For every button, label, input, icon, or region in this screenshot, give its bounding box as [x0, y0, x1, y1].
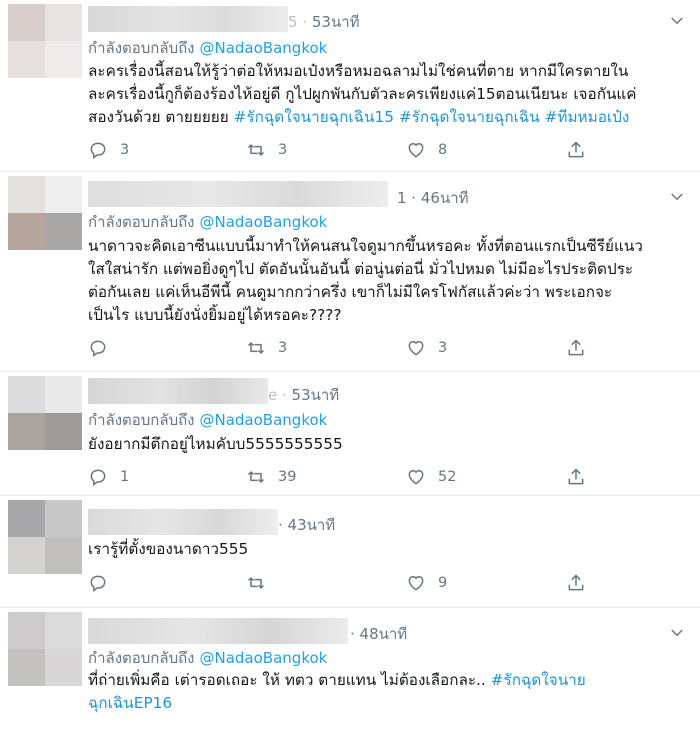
share-icon	[568, 574, 584, 591]
reply-button[interactable]	[88, 571, 120, 595]
hashtag-link[interactable]: #รักฉุดใจนายฉุกเฉิน15	[234, 108, 394, 126]
reply-icon	[90, 575, 106, 592]
replying-to: กำลังตอบกลับถึง @NadaoBangkok	[88, 213, 328, 231]
tweet-text: นาดาวจะคิดเอาซีนแบบนี้มาทำให้คนสนใจดูมาก…	[88, 237, 643, 324]
tweet-5[interactable]: · 48นาที กำลังตอบกลับถึง @NadaoBangkok ที…	[0, 608, 700, 739]
tweet-text: ยังอยากมีตึกอยู่ไหมคับบ5555555555	[88, 435, 343, 453]
retweet-icon	[247, 577, 265, 589]
blurred-username	[88, 6, 288, 32]
tweet-time[interactable]: 1 · 46นาที	[397, 186, 469, 210]
avatar[interactable]	[8, 612, 82, 686]
chevron-down-icon[interactable]	[668, 12, 686, 30]
like-icon	[408, 470, 424, 485]
tweet-text: ที่ถ่ายเพิ่มคือ เต่ารอดเถอะ ให้ ทตว ตายแ…	[88, 671, 586, 712]
retweet-icon	[247, 471, 265, 483]
mention-link[interactable]: @NadaoBangkok	[200, 649, 328, 667]
like-button[interactable]: 8	[406, 138, 447, 162]
tweet-text: ละครเรื่องนี้สอนให้รู้ว่าต่อให้หมอเป๋งหร…	[88, 62, 637, 126]
blurred-username	[88, 618, 348, 644]
reply-icon	[90, 469, 106, 486]
tweet-time[interactable]: · 48นาที	[350, 622, 407, 646]
like-icon	[408, 143, 424, 158]
mention-link[interactable]: @NadaoBangkok	[200, 39, 328, 57]
chevron-down-icon[interactable]	[668, 188, 686, 206]
like-icon	[408, 576, 424, 591]
tweet-actions: 3 3 8	[88, 138, 588, 162]
tweet-text: เรารู้ที่ตั้งของนาดาว555	[88, 540, 249, 558]
tweet-4[interactable]: · 43นาที เรารู้ที่ตั้งของนาดาว555 9	[0, 496, 700, 608]
tweet-1[interactable]: 5 · 53นาที กำลังตอบกลับถึง @NadaoBangkok …	[0, 0, 700, 172]
reply-button[interactable]: 3	[88, 138, 129, 162]
tweet-time[interactable]: e · 53นาที	[268, 383, 339, 407]
share-icon	[568, 339, 584, 356]
hashtag-link[interactable]: #รักฉุดใจนายฉุกเฉิน	[399, 108, 540, 126]
replying-to: กำลังตอบกลับถึง @NadaoBangkok	[88, 39, 328, 57]
blurred-username	[88, 181, 388, 207]
reply-button[interactable]: 1	[88, 465, 129, 489]
blurred-username	[88, 509, 278, 535]
share-button[interactable]	[566, 571, 586, 595]
reply-button[interactable]	[88, 336, 120, 360]
chevron-down-icon[interactable]	[668, 624, 686, 642]
tweet-time[interactable]: 5 · 53นาที	[288, 10, 360, 34]
avatar[interactable]	[8, 376, 82, 450]
reply-icon	[90, 142, 106, 159]
avatar[interactable]	[8, 4, 82, 78]
retweet-button[interactable]: 39	[246, 465, 296, 489]
tweet-actions: 1 39 52	[88, 465, 588, 489]
reply-icon	[90, 340, 106, 357]
retweet-icon	[247, 144, 265, 156]
retweet-icon	[247, 342, 265, 354]
retweet-button[interactable]: 3	[246, 336, 287, 360]
tweet-2[interactable]: 1 · 46นาที กำลังตอบกลับถึง @NadaoBangkok …	[0, 172, 700, 372]
like-button[interactable]: 3	[406, 336, 447, 360]
share-icon	[568, 468, 584, 485]
avatar[interactable]	[8, 500, 82, 574]
like-button[interactable]: 9	[406, 571, 447, 595]
replying-to: กำลังตอบกลับถึง @NadaoBangkok	[88, 411, 328, 429]
blurred-username	[88, 378, 268, 404]
tweet-actions: 3 3	[88, 336, 588, 360]
avatar[interactable]	[8, 176, 82, 250]
like-icon	[408, 341, 424, 356]
share-icon	[568, 141, 584, 158]
share-button[interactable]	[566, 336, 586, 360]
retweet-button[interactable]: 3	[246, 138, 287, 162]
replying-to: กำลังตอบกลับถึง @NadaoBangkok	[88, 649, 328, 667]
mention-link[interactable]: @NadaoBangkok	[200, 213, 328, 231]
tweet-time[interactable]: · 43นาที	[278, 513, 335, 537]
share-button[interactable]	[566, 465, 586, 489]
tweet-actions: 9	[88, 571, 588, 595]
tweet-3[interactable]: e · 53นาที กำลังตอบกลับถึง @NadaoBangkok …	[0, 372, 700, 496]
like-button[interactable]: 52	[406, 465, 456, 489]
share-button[interactable]	[566, 138, 586, 162]
retweet-button[interactable]	[246, 571, 278, 595]
hashtag-link[interactable]: #ทีมหมอเป๋ง	[545, 108, 630, 126]
mention-link[interactable]: @NadaoBangkok	[200, 411, 328, 429]
